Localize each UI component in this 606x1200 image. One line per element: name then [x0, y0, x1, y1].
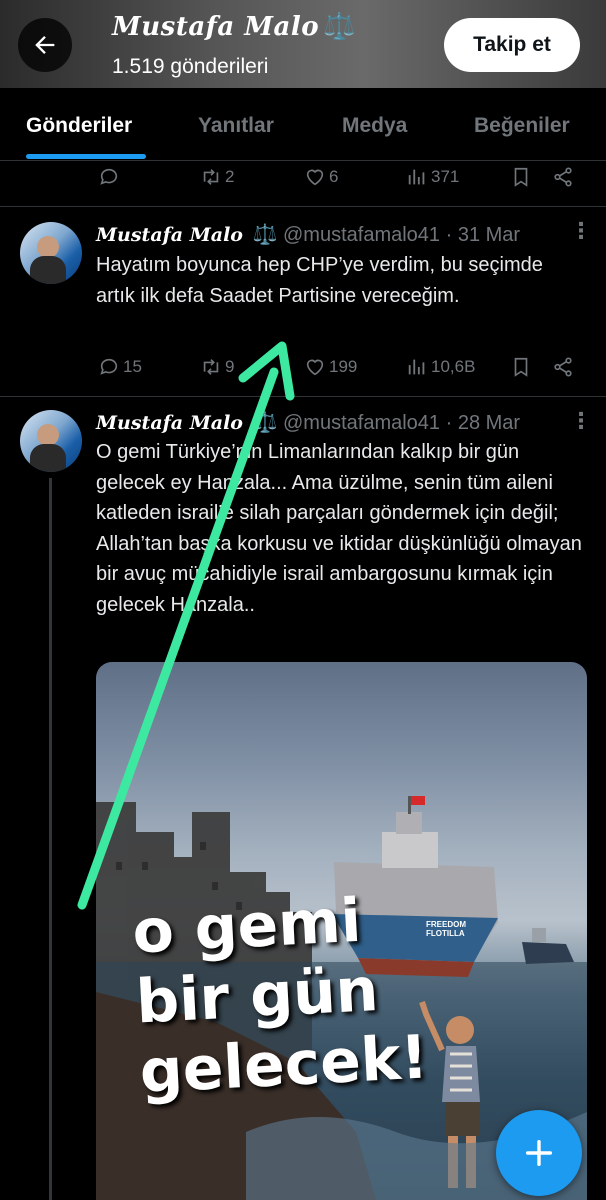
reply-icon [100, 168, 118, 185]
reply-icon [100, 358, 118, 375]
tweet-author-name[interactable]: Mustafa Malo [96, 224, 243, 246]
retweet-button[interactable]: 2 [200, 166, 234, 188]
share-icon [554, 167, 572, 187]
tab-posts[interactable]: Gönderiler [26, 114, 132, 138]
like-count: 199 [329, 357, 358, 376]
tab-likes[interactable]: Beğeniler [474, 114, 570, 138]
prev-tweet-actions: 2 6 371 [0, 166, 606, 196]
reply-count: 15 [123, 357, 142, 376]
bookmark-icon [514, 167, 528, 187]
more-options-icon[interactable]: ⋮ [570, 218, 592, 244]
tweet-text: Hayatım boyunca hep CHP’ye verdim, bu se… [96, 254, 543, 307]
scale-badge-icon: ⚖️ [252, 224, 278, 246]
bookmark-button[interactable] [510, 356, 532, 378]
profile-header: Mustafa Malo ⚖️ 1.519 gönderileri Takip e… [0, 0, 606, 88]
view-count: 10,6B [431, 357, 476, 376]
like-button[interactable]: 6 [304, 166, 338, 188]
active-tab-indicator [26, 154, 146, 159]
divider [0, 206, 606, 207]
share-button[interactable] [552, 356, 574, 378]
thread-line [49, 478, 52, 1200]
plus-icon [525, 1139, 553, 1167]
tweet-meta: @mustafamalo41 · 28 Mar [283, 412, 521, 434]
more-options-icon[interactable]: ⋮ [570, 408, 592, 434]
compose-button[interactable] [496, 1110, 582, 1196]
divider [0, 396, 606, 397]
retweet-count: 9 [225, 357, 235, 376]
profile-name-text: Mustafa Malo [112, 12, 320, 42]
avatar[interactable] [20, 410, 82, 472]
ship-label: FREEDOM FLOTILLA [426, 920, 466, 938]
scale-badge-icon: ⚖️ [252, 412, 278, 434]
bookmark-icon [514, 357, 528, 377]
bookmark-button[interactable] [510, 166, 532, 188]
avatar[interactable] [20, 222, 82, 284]
back-arrow-icon [35, 36, 55, 54]
like-count: 6 [329, 167, 339, 186]
tweet-header: Mustafa Malo ⚖️ @mustafamalo41 · 28 Mar [96, 410, 520, 435]
share-icon [554, 357, 572, 377]
poster-title: o gemi bir gün gelecek! [131, 883, 430, 1108]
views-icon [408, 169, 425, 185]
scale-badge-icon: ⚖️ [323, 12, 356, 42]
profile-name: Mustafa Malo ⚖️ [112, 12, 356, 42]
views-icon [408, 359, 425, 375]
reply-button[interactable] [98, 166, 120, 188]
reply-button[interactable]: 15 [98, 356, 142, 378]
like-button[interactable]: 199 [304, 356, 357, 378]
retweet-icon [203, 359, 219, 375]
back-button[interactable] [18, 18, 72, 72]
heart-icon [306, 359, 324, 376]
retweet-count: 2 [225, 167, 235, 186]
heart-icon [306, 169, 324, 186]
tweet-author-name[interactable]: Mustafa Malo [96, 412, 243, 434]
profile-tabs: Gönderiler Yanıtlar Medya Beğeniler [0, 88, 606, 161]
view-count: 371 [431, 167, 460, 186]
views-button[interactable]: 371 [406, 166, 459, 188]
retweet-icon [203, 169, 219, 185]
tweet-actions: 15 9 199 10,6B [0, 356, 606, 386]
follow-button[interactable]: Takip et [444, 18, 580, 72]
tweet-meta: @mustafamalo41 · 31 Mar [283, 224, 521, 246]
share-button[interactable] [552, 166, 574, 188]
tab-media[interactable]: Medya [342, 114, 407, 138]
post-count: 1.519 gönderileri [112, 55, 269, 78]
tweet-header: Mustafa Malo ⚖️ @mustafamalo41 · 31 Mar [96, 222, 520, 247]
retweet-button[interactable]: 9 [200, 356, 234, 378]
tweet-text: O gemi Türkiye’nin Limanlarından kalkıp … [96, 441, 582, 616]
tab-replies[interactable]: Yanıtlar [198, 114, 274, 138]
views-button[interactable]: 10,6B [406, 356, 475, 378]
